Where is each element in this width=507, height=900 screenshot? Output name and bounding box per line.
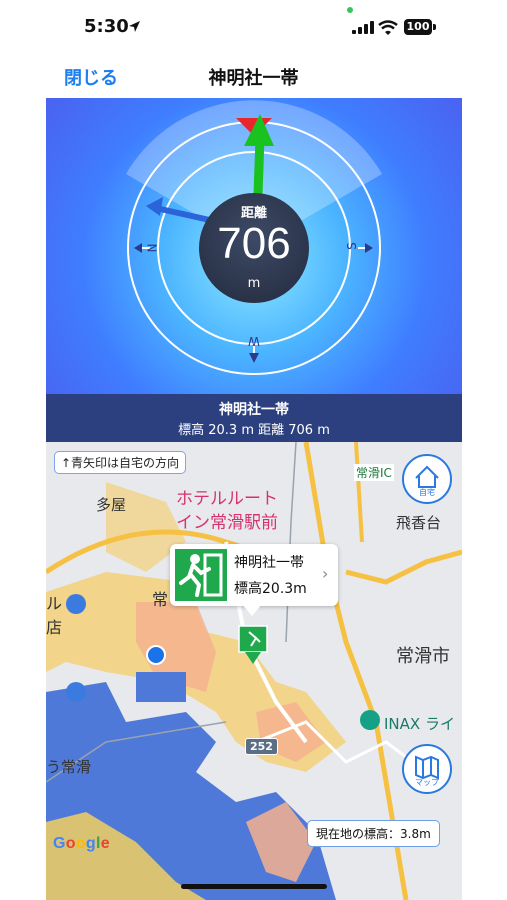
map-label-tabitodai: 飛香台 xyxy=(396,514,442,532)
chevron-right-icon: › xyxy=(322,564,329,583)
north-label: N xyxy=(144,243,159,253)
nav-bar: 閉じる 神明社一帯 xyxy=(0,52,507,98)
route-badge: 252 xyxy=(245,738,278,755)
google-logo: Google xyxy=(53,835,110,853)
target-direction-arrow xyxy=(253,133,265,199)
south-marker xyxy=(249,353,259,363)
home-button-label: 自宅 xyxy=(419,488,435,497)
direction-hint: ↑青矢印は自宅の方向 xyxy=(54,451,187,474)
west-marker xyxy=(134,243,142,253)
shop-pin xyxy=(66,594,86,614)
callout-name: 神明社一帯 xyxy=(234,555,304,571)
east-marker xyxy=(365,243,373,253)
map-button-label: マップ xyxy=(415,778,439,787)
evacuation-marker xyxy=(238,625,268,653)
map-label-left-edge-2: 店 xyxy=(46,618,63,637)
location-arrow-icon xyxy=(129,21,140,32)
page-title: 神明社一帯 xyxy=(208,68,299,89)
map-label-ic: 常滑IC xyxy=(354,464,394,481)
map-view[interactable]: ↑青矢印は自宅の方向 常滑IC 飛香台 多屋 ホテルルート イン常滑駅前 常滑市… xyxy=(46,442,462,900)
current-elevation-badge: 現在地の標高：3.8m xyxy=(307,820,440,847)
battery-nub xyxy=(433,24,436,30)
map-button[interactable]: マップ xyxy=(402,744,452,794)
google-letter: o xyxy=(75,835,86,852)
emergency-exit-icon xyxy=(175,549,227,601)
map-label-hotel-line1: ホテルルート xyxy=(176,489,278,509)
callout-tail xyxy=(242,604,262,616)
map-label-tajiya: 多屋 xyxy=(96,496,127,514)
destination-detail: 標高 20.3 m 距離 706 m xyxy=(178,423,330,438)
museum-pin xyxy=(360,710,380,730)
destination-name: 神明社一帯 xyxy=(219,402,289,418)
distance-value: 706 xyxy=(217,219,291,268)
google-letter: e xyxy=(100,835,110,852)
status-time: 5:30 xyxy=(84,16,129,37)
destination-callout[interactable]: 神明社一帯 標高20.3m › xyxy=(170,544,338,616)
status-bar: 5:30 100 xyxy=(0,0,507,52)
cellular-signal-icon xyxy=(352,21,374,34)
google-letter: G xyxy=(53,835,66,852)
privacy-indicator xyxy=(347,7,353,13)
current-location-dot xyxy=(146,645,166,665)
shop-pin xyxy=(66,682,86,702)
home-indicator xyxy=(181,884,327,889)
callout-elevation: 標高20.3m xyxy=(234,581,307,597)
google-letter: o xyxy=(65,835,76,852)
distance-unit: m xyxy=(247,276,261,291)
map-label-tokoname-city: 常滑市 xyxy=(396,646,450,667)
destination-info-bar: 神明社一帯 標高 20.3 m 距離 706 m xyxy=(46,394,462,442)
map-label-tokoname-short: 常 xyxy=(152,590,169,609)
wifi-icon xyxy=(378,20,398,35)
west-label: W xyxy=(248,334,260,348)
map-label-hotel-line2: イン常滑駅前 xyxy=(176,513,278,533)
compass-panel: N S W 距離 706 m xyxy=(46,98,462,394)
google-letter: g xyxy=(85,835,96,852)
map-label-left-edge-1: ル xyxy=(46,594,63,613)
home-button[interactable]: 自宅 xyxy=(402,454,452,504)
battery-indicator: 100 xyxy=(404,19,432,35)
map-label-tokoname-station: う常滑 xyxy=(46,758,92,776)
map-label-inax: INAX ライ xyxy=(384,715,455,733)
distance-display: 距離 706 m xyxy=(199,193,309,303)
south-label: S xyxy=(344,242,359,250)
